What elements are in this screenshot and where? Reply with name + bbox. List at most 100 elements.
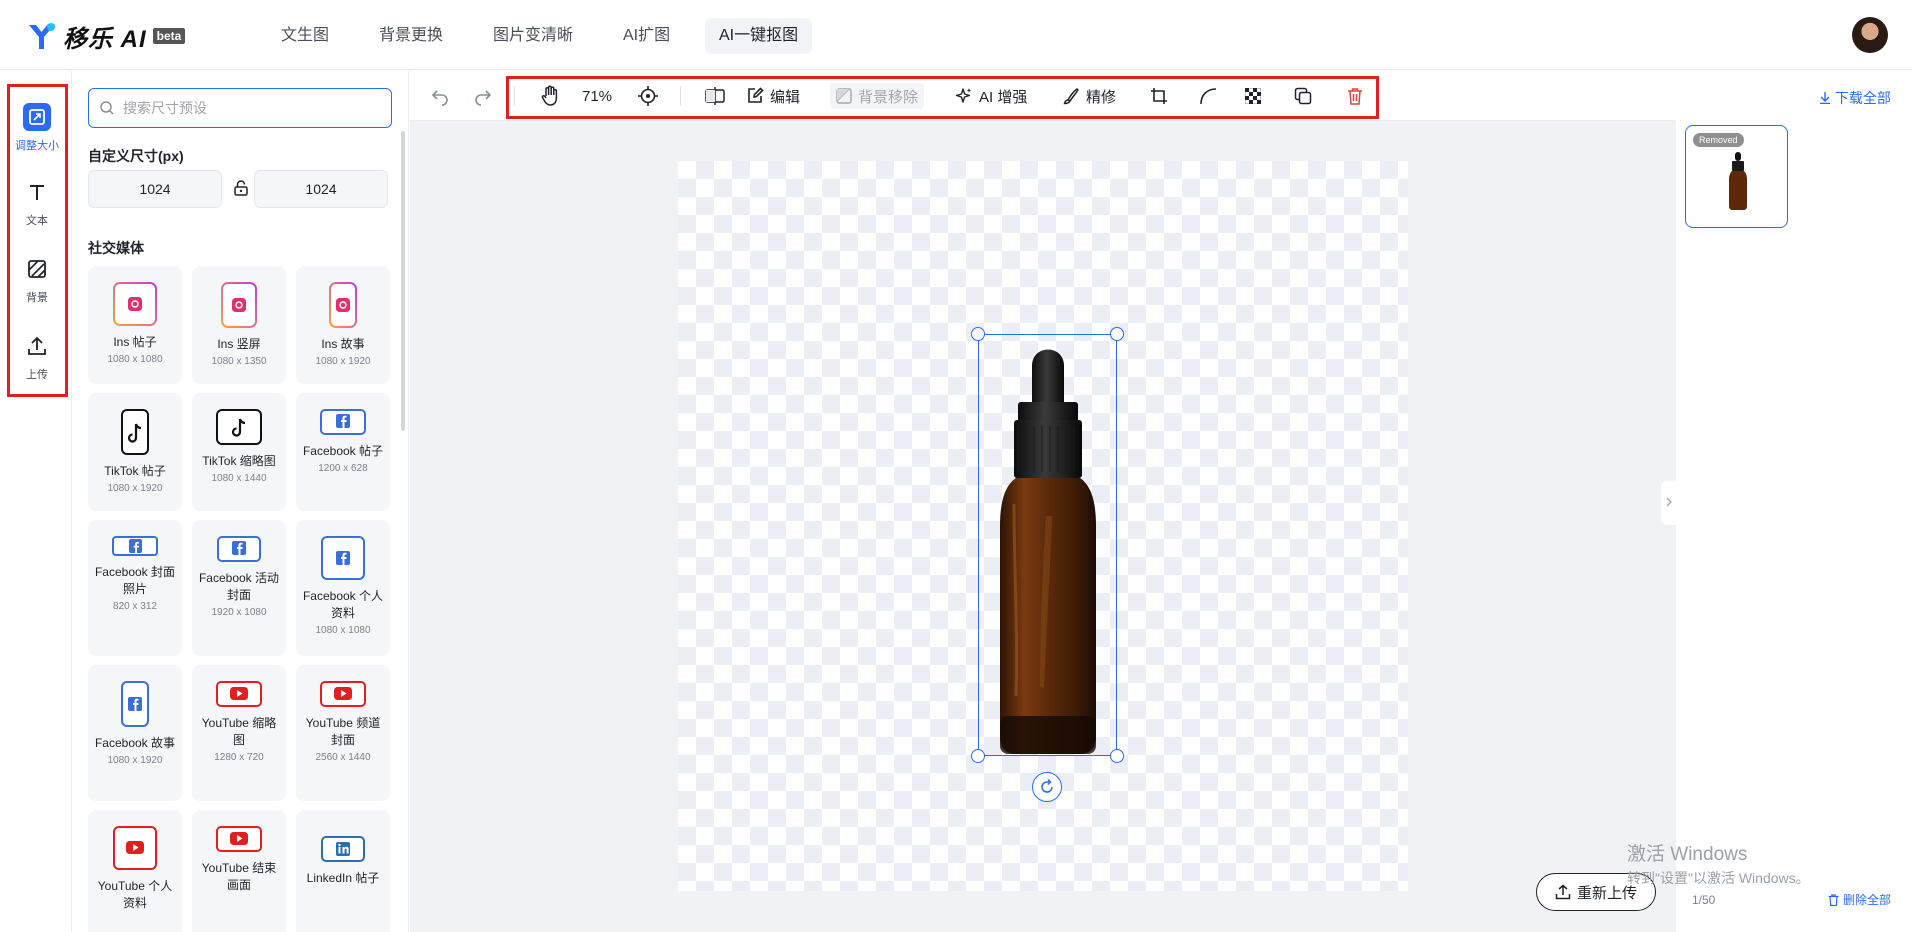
tab-text-to-image[interactable]: 文生图 xyxy=(267,18,343,54)
pan-button[interactable] xyxy=(540,83,560,109)
ai-enhance-button[interactable]: AI 增强 xyxy=(955,83,1027,109)
tab-image-enhance[interactable]: 图片变清晰 xyxy=(479,18,587,54)
rotate-handle[interactable] xyxy=(1032,772,1062,802)
preset-card[interactable]: LinkedIn 帖子 xyxy=(296,810,390,932)
redo-button[interactable] xyxy=(473,83,493,109)
logo-icon xyxy=(29,23,55,49)
preset-name: Ins 故事 xyxy=(321,337,365,351)
delete-all-link[interactable]: 删除全部 xyxy=(1828,891,1891,908)
rail-item-background[interactable]: 背景 xyxy=(12,255,62,305)
preset-card[interactable]: Ins 竖屏 1080 x 1350 xyxy=(192,266,286,384)
delete-button[interactable] xyxy=(1347,83,1363,109)
width-input[interactable]: 1024 xyxy=(88,170,222,208)
preset-name: TikTok 缩略图 xyxy=(202,454,276,468)
crop-icon xyxy=(1151,88,1167,104)
preset-size: 1920 x 1080 xyxy=(211,607,267,618)
resize-handle-bottom-right[interactable] xyxy=(1110,749,1124,763)
image-thumbnail[interactable]: Removed xyxy=(1685,125,1788,228)
thumbnail-image xyxy=(1729,152,1747,210)
background-icon xyxy=(23,255,51,283)
preset-name: Ins 帖子 xyxy=(113,335,157,349)
resize-handle-bottom-left[interactable] xyxy=(971,749,985,763)
tab-ai-cutout[interactable]: AI一键抠图 xyxy=(705,18,813,54)
hand-icon xyxy=(541,85,558,106)
preset-card[interactable]: Facebook 故事 1080 x 1920 xyxy=(88,665,182,801)
preset-name: YouTube 缩略图 xyxy=(201,716,277,747)
bg-remove-button[interactable]: 背景移除 xyxy=(830,83,925,109)
preset-card[interactable]: YouTube 缩略图 1280 x 720 xyxy=(192,665,286,801)
rail-item-label: 文本 xyxy=(26,215,48,227)
removed-badge: Removed xyxy=(1693,133,1744,147)
preset-size: 2560 x 1440 xyxy=(315,752,371,763)
lock-icon[interactable] xyxy=(232,179,250,197)
rail-item-upload[interactable]: 上传 xyxy=(12,332,62,382)
height-input[interactable]: 1024 xyxy=(254,170,388,208)
image-count: 1/50 xyxy=(1692,893,1716,907)
fit-center-button[interactable] xyxy=(637,83,659,109)
preset-size: 1080 x 1440 xyxy=(211,473,267,484)
trash-icon xyxy=(1828,893,1839,906)
rail-item-label: 上传 xyxy=(26,369,48,381)
tab-background-replace[interactable]: 背景更换 xyxy=(365,18,457,54)
collapse-panel-toggle[interactable] xyxy=(1661,481,1677,525)
panel-scrollbar[interactable] xyxy=(401,131,405,431)
curve-button[interactable] xyxy=(1199,83,1217,109)
ai-enhance-label: AI 增强 xyxy=(979,88,1028,106)
tiktok-icon xyxy=(88,409,182,455)
preset-card[interactable]: TikTok 缩略图 1080 x 1440 xyxy=(192,393,286,511)
preset-card[interactable]: Facebook 封面照片 820 x 312 xyxy=(88,520,182,656)
redo-icon xyxy=(475,90,492,106)
trash-icon xyxy=(1348,88,1362,105)
zoom-level[interactable]: 71% xyxy=(582,83,612,109)
tab-ai-expand[interactable]: AI扩图 xyxy=(609,18,684,54)
download-all-link[interactable]: 下载全部 xyxy=(1819,88,1891,108)
preset-name: Facebook 故事 xyxy=(94,736,176,750)
brand-logo[interactable]: 移乐 AI beta xyxy=(27,20,186,53)
custom-size-label: 自定义尺寸(px) xyxy=(88,148,184,164)
youtube-icon xyxy=(88,826,182,870)
user-avatar[interactable] xyxy=(1852,17,1888,53)
resize-handle-top-right[interactable] xyxy=(1110,327,1124,341)
preset-size: 1080 x 1920 xyxy=(107,483,163,494)
preset-name: Facebook 封面照片 xyxy=(94,565,176,596)
resize-handle-top-left[interactable] xyxy=(971,327,985,341)
preset-card[interactable]: Facebook 个人资料 1080 x 1080 xyxy=(296,520,390,656)
preset-size: 1280 x 720 xyxy=(214,752,264,763)
preset-size: 1080 x 1920 xyxy=(107,755,163,766)
preset-card[interactable]: TikTok 帖子 1080 x 1920 xyxy=(88,393,182,511)
youtube-icon xyxy=(192,826,286,852)
preset-card[interactable]: Ins 故事 1080 x 1920 xyxy=(296,266,390,384)
corner-radius-icon xyxy=(1200,88,1217,105)
refine-button[interactable]: 精修 xyxy=(1062,83,1116,109)
preset-name: YouTube 结束画面 xyxy=(201,861,277,892)
preset-size: 1080 x 1080 xyxy=(107,354,163,365)
bg-remove-icon xyxy=(836,88,852,104)
undo-button[interactable] xyxy=(430,83,450,109)
chevron-right-icon xyxy=(1666,497,1672,507)
facebook-icon xyxy=(88,536,182,556)
preset-card[interactable]: YouTube 频道封面 2560 x 1440 xyxy=(296,665,390,801)
search-input[interactable] xyxy=(123,100,373,116)
download-all-label: 下载全部 xyxy=(1834,90,1891,106)
preset-card[interactable]: Facebook 帖子 1200 x 628 xyxy=(296,393,390,511)
facebook-icon xyxy=(296,536,390,580)
preset-card[interactable]: Ins 帖子 1080 x 1080 xyxy=(88,266,182,384)
sparkle-icon xyxy=(955,88,972,103)
crop-button[interactable] xyxy=(1150,83,1168,109)
transparency-button[interactable] xyxy=(1245,83,1261,109)
preset-card[interactable]: Facebook 活动封面 1920 x 1080 xyxy=(192,520,286,656)
rail-item-label: 背景 xyxy=(26,292,48,304)
linkedin-icon xyxy=(296,836,390,862)
selection-box[interactable] xyxy=(978,334,1117,756)
preset-card[interactable]: YouTube 个人资料 xyxy=(88,810,182,932)
preset-card[interactable]: YouTube 结束画面 xyxy=(192,810,286,932)
compare-button[interactable] xyxy=(704,83,726,109)
rail-item-resize[interactable]: 调整大小 xyxy=(12,103,62,153)
text-icon xyxy=(23,178,51,206)
edit-button[interactable]: 编辑 xyxy=(746,83,800,109)
preset-search[interactable] xyxy=(88,88,392,128)
duplicate-button[interactable] xyxy=(1294,83,1312,109)
facebook-icon xyxy=(296,409,390,435)
preset-size: 1080 x 1350 xyxy=(211,356,267,367)
rail-item-text[interactable]: 文本 xyxy=(12,178,62,228)
